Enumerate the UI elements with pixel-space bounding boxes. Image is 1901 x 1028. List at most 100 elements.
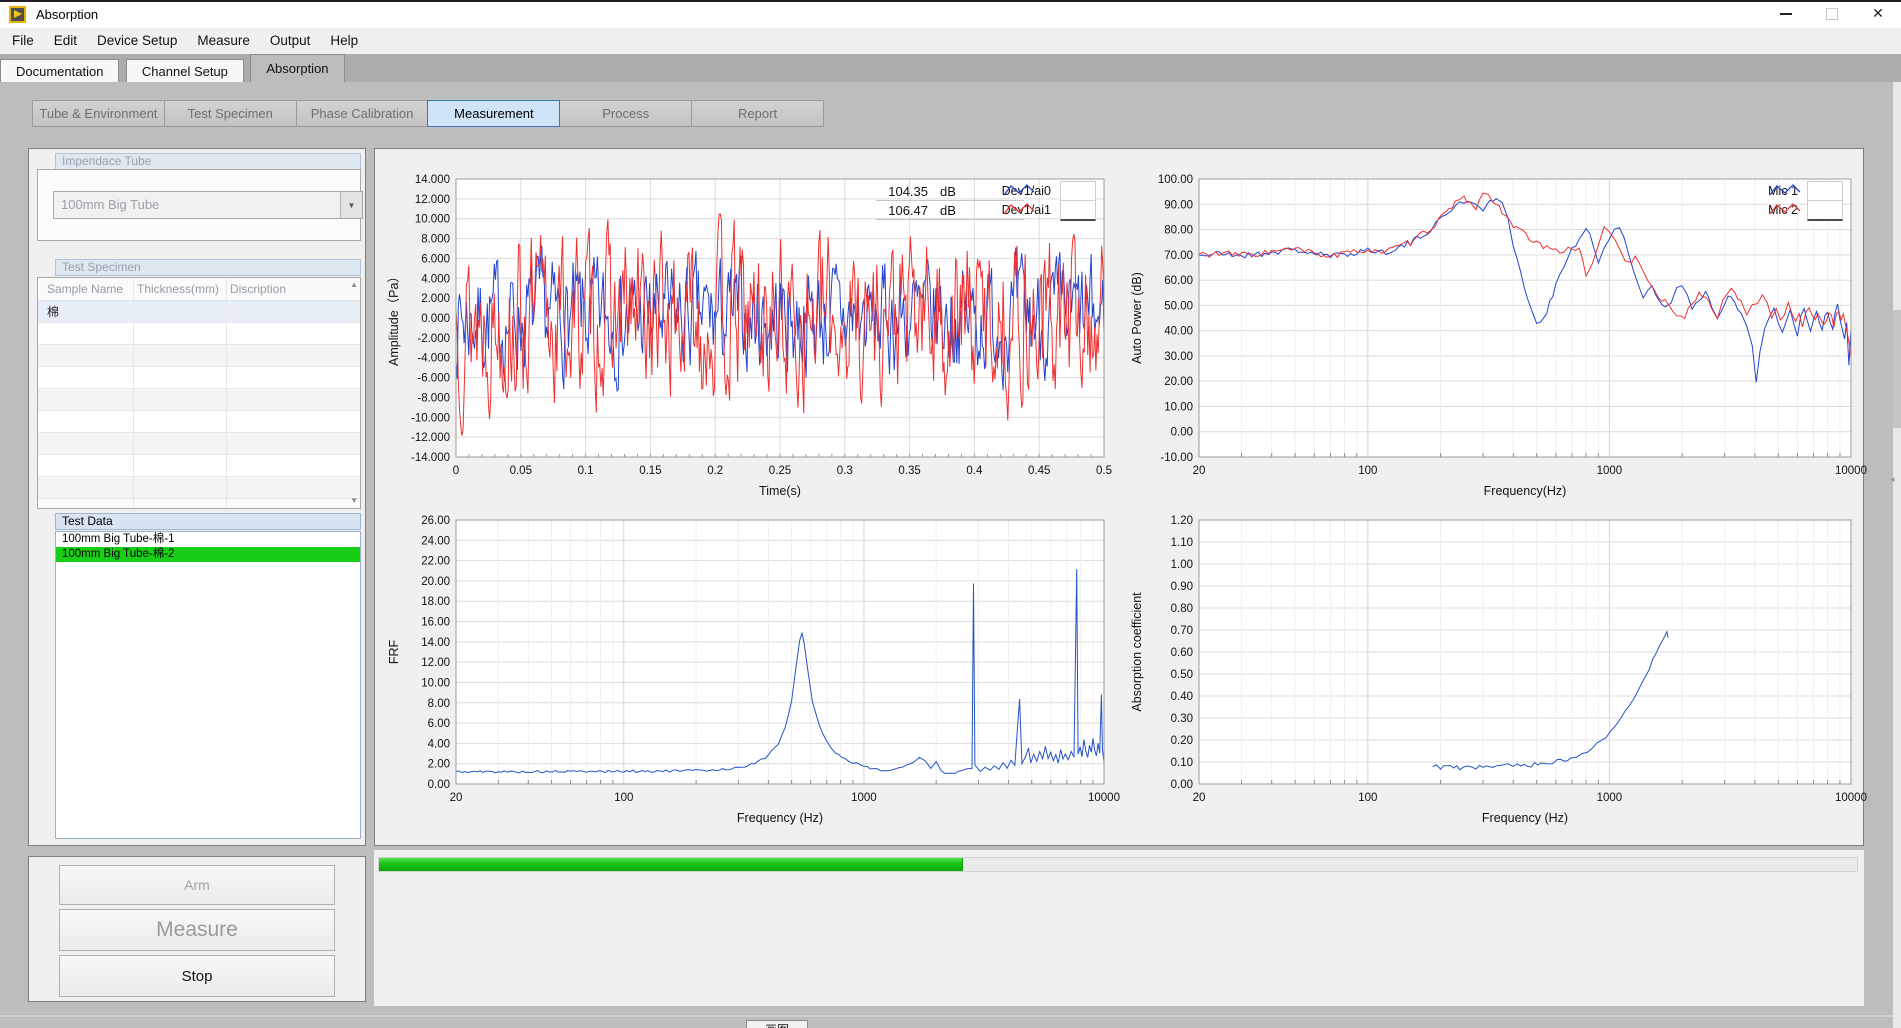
actions-panel: Arm Measure Stop: [28, 856, 366, 1002]
menu-measure[interactable]: Measure: [187, 28, 260, 54]
menu-device-setup[interactable]: Device Setup: [87, 28, 187, 54]
subtab-test-specimen[interactable]: Test Specimen: [164, 100, 297, 127]
frf-x-axis-label: Frequency (Hz): [737, 811, 823, 825]
svg-text:0.40: 0.40: [1171, 691, 1193, 703]
svg-text:0.000: 0.000: [421, 313, 450, 325]
bottom-window-tab[interactable]: 画图: [746, 1020, 808, 1028]
svg-text:1000: 1000: [851, 792, 877, 804]
subtab-phase-calibration[interactable]: Phase Calibration: [296, 100, 429, 127]
svg-text:60.00: 60.00: [1164, 275, 1193, 287]
bottom-area: [374, 850, 1864, 1006]
measure-button[interactable]: Measure: [59, 909, 335, 951]
svg-text:6.000: 6.000: [421, 253, 450, 265]
menu-help[interactable]: Help: [320, 28, 368, 54]
frf-plot: 0.002.004.006.008.0010.0012.0014.0016.00…: [376, 506, 1120, 836]
absorption-x-axis-label: Frequency (Hz): [1482, 811, 1568, 825]
subtab-bar: Tube & Environment Test Specimen Phase C…: [32, 100, 824, 127]
play-icon: [14, 10, 22, 18]
time-x-axis-label: Time(s): [759, 484, 801, 498]
svg-text:0.15: 0.15: [639, 465, 661, 477]
measurement-progress: [378, 857, 1858, 872]
test-data-item-0[interactable]: 100mm Big Tube-棉-1: [56, 532, 360, 547]
autopower-legend-item[interactable]: Mic 2: [1768, 201, 1843, 219]
menu-edit[interactable]: Edit: [44, 28, 87, 54]
svg-text:0.35: 0.35: [898, 465, 920, 477]
svg-text:100: 100: [1358, 792, 1377, 804]
svg-text:0.90: 0.90: [1171, 581, 1193, 593]
svg-text:26.00: 26.00: [421, 515, 450, 527]
svg-text:0: 0: [453, 465, 459, 477]
specimen-empty-row: [38, 345, 360, 367]
svg-text:0.70: 0.70: [1171, 625, 1193, 637]
collapse-arrow-icon[interactable]: [1890, 474, 1895, 485]
svg-text:70.00: 70.00: [1164, 250, 1193, 262]
frf-chart: 0.002.004.006.008.0010.0012.0014.0016.00…: [376, 506, 1120, 836]
svg-text:0.00: 0.00: [1171, 779, 1193, 791]
close-button[interactable]: [1855, 0, 1901, 28]
svg-text:1000: 1000: [1597, 792, 1623, 804]
tab-documentation[interactable]: Documentation: [0, 59, 119, 82]
test-data-header: Test Data: [55, 513, 361, 530]
absorption-plot: 0.000.100.200.300.400.500.600.700.800.90…: [1119, 506, 1867, 836]
specimen-row-cotton[interactable]: 棉: [38, 301, 360, 323]
specimen-table: Sample Name Thickness(mm) Discription 棉: [37, 277, 361, 509]
column-separator: [133, 278, 134, 508]
svg-text:20: 20: [1193, 465, 1206, 477]
app-icon: [9, 6, 26, 23]
svg-text:20.00: 20.00: [421, 576, 450, 588]
minimize-button[interactable]: [1763, 0, 1809, 28]
svg-text:0.2: 0.2: [707, 465, 723, 477]
subtab-tube-environment[interactable]: Tube & Environment: [32, 100, 165, 127]
subtab-measurement[interactable]: Measurement: [427, 100, 560, 127]
arm-button[interactable]: Arm: [59, 865, 335, 905]
column-thickness: Thickness(mm): [137, 282, 219, 296]
menu-output[interactable]: Output: [260, 28, 321, 54]
sidebar-panel: Impendace Tube 100mm Big Tube Test Speci…: [28, 148, 366, 846]
specimen-empty-row: [38, 411, 360, 433]
menu-bar: File Edit Device Setup Measure Output He…: [0, 28, 1901, 55]
subtab-process[interactable]: Process: [559, 100, 692, 127]
vertical-scrollbar[interactable]: [1893, 82, 1901, 1028]
svg-text:0.80: 0.80: [1171, 603, 1193, 615]
svg-text:1000: 1000: [1597, 465, 1623, 477]
specimen-table-head: Sample Name Thickness(mm) Discription: [38, 278, 360, 301]
specimen-empty-row: [38, 323, 360, 345]
progress-fill: [379, 858, 963, 871]
tab-channel-setup[interactable]: Channel Setup: [126, 59, 244, 82]
menu-file[interactable]: File: [2, 28, 44, 54]
svg-text:0.3: 0.3: [837, 465, 853, 477]
stop-button[interactable]: Stop: [59, 955, 335, 997]
svg-text:0.00: 0.00: [1171, 427, 1193, 439]
scrollbar-thumb[interactable]: [1893, 310, 1901, 428]
dropdown-arrow-icon[interactable]: [340, 192, 362, 218]
absorption-page: Tube & Environment Test Specimen Phase C…: [0, 82, 1901, 1028]
bottom-window-tab-label: 画图: [746, 1020, 808, 1028]
svg-text:2.000: 2.000: [421, 293, 450, 305]
subtab-report[interactable]: Report: [691, 100, 824, 127]
svg-text:20: 20: [1193, 792, 1206, 804]
svg-text:-8.000: -8.000: [417, 392, 450, 404]
time-y-ticks: -14.000-12.000-10.000-8.000-6.000-4.000-…: [411, 174, 450, 464]
test-specimen-header: Test Specimen: [55, 259, 361, 276]
column-discription: Discription: [230, 282, 286, 296]
specimen-empty-row: [38, 433, 360, 455]
scroll-down-icon[interactable]: [350, 497, 358, 505]
svg-text:100.00: 100.00: [1158, 174, 1193, 186]
test-data-item-1[interactable]: 100mm Big Tube-棉-2: [56, 547, 360, 562]
tab-absorption[interactable]: Absorption: [250, 54, 344, 82]
svg-text:0.20: 0.20: [1171, 735, 1193, 747]
svg-text:8.00: 8.00: [428, 698, 450, 710]
specimen-empty-row: [38, 389, 360, 411]
autopower-x-axis-label: Frequency(Hz): [1484, 484, 1567, 498]
column-sample-name: Sample Name: [47, 282, 123, 296]
svg-text:10.00: 10.00: [1164, 401, 1193, 413]
close-icon: [1872, 5, 1884, 23]
autopower-legend-item[interactable]: Mic 1: [1768, 182, 1843, 200]
specimen-table-body: 棉: [38, 301, 360, 499]
legend-line-icon: [1807, 181, 1843, 202]
scroll-up-icon[interactable]: [350, 281, 358, 289]
maximize-button[interactable]: [1809, 0, 1855, 28]
impedance-tube-select[interactable]: 100mm Big Tube: [53, 191, 363, 219]
impedance-tube-value: 100mm Big Tube: [61, 197, 159, 212]
autopower-y-ticks: -10.000.0010.0020.0030.0040.0050.0060.00…: [1158, 174, 1193, 464]
